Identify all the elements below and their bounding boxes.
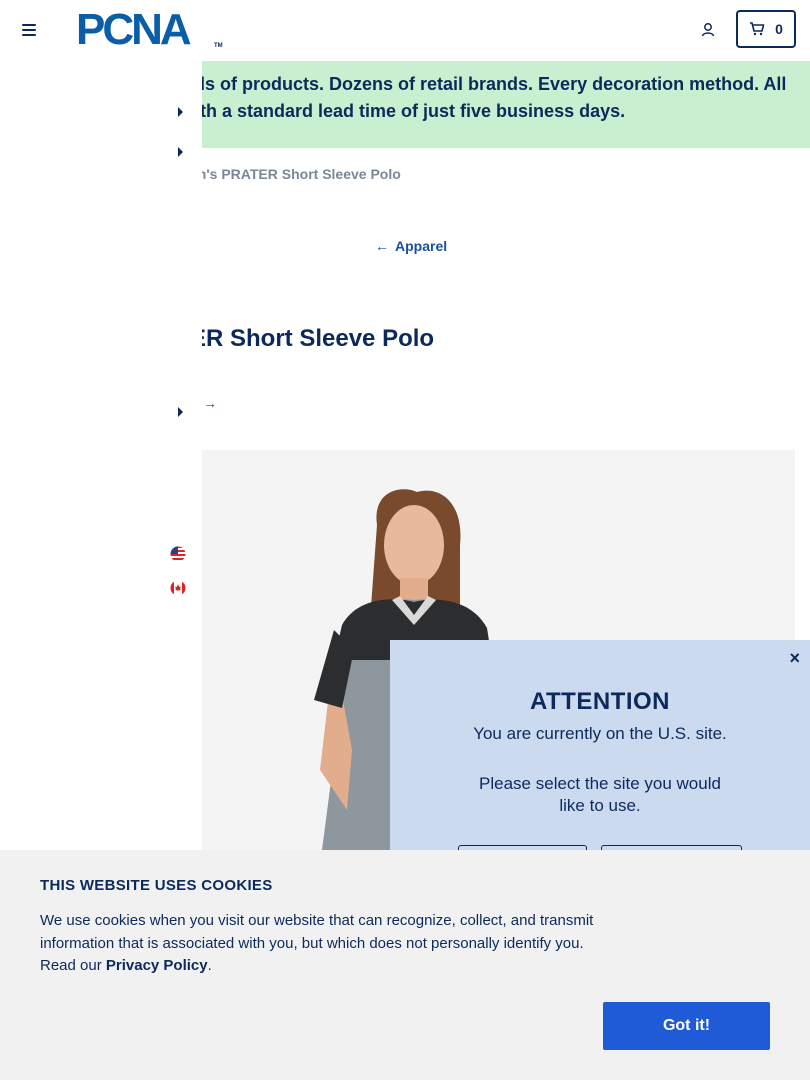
canada-flag-icon[interactable] <box>170 580 186 596</box>
caret-right-icon[interactable] <box>178 107 183 117</box>
promo-banner-text: ls of products. Dozens of retail brands.… <box>200 71 800 125</box>
back-link-label: Apparel <box>395 238 448 254</box>
arrow-right-icon[interactable]: → <box>203 395 217 411</box>
cookie-banner: THIS WEBSITE USES COOKIES We use cookies… <box>0 850 810 1080</box>
modal-current-site-text: You are currently on the U.S. site. <box>473 724 727 743</box>
pcna-logo[interactable]: PCNA <box>76 8 192 52</box>
logo-trademark: TM <box>214 43 223 49</box>
cookie-text: We use cookies when you visit our websit… <box>40 910 610 978</box>
us-flag-icon[interactable] <box>170 546 186 562</box>
promo-banner: ls of products. Dozens of retail brands.… <box>190 61 810 148</box>
site-select-modal: × ATTENTION You are currently on the U.S… <box>390 640 810 855</box>
back-to-apparel-link[interactable]: ← Apparel <box>375 238 447 254</box>
product-title: ER Short Sleeve Polo <box>190 325 435 352</box>
site-header: PCNA TM 0 <box>0 0 810 61</box>
cart-icon <box>750 22 765 36</box>
side-drawer <box>0 61 202 850</box>
promo-line-2: th a standard lead time of just five bus… <box>200 101 626 121</box>
close-icon[interactable]: × <box>789 648 800 669</box>
modal-select-site-text: Please select the site you would like to… <box>479 774 721 815</box>
menu-icon[interactable] <box>22 24 36 36</box>
account-icon[interactable] <box>700 22 716 38</box>
modal-title: ATTENTION <box>529 688 671 715</box>
arrow-left-icon: ← <box>375 238 389 254</box>
caret-right-icon[interactable] <box>178 407 183 417</box>
caret-right-icon[interactable] <box>178 147 183 157</box>
cart-count: 0 <box>775 21 783 37</box>
cookie-period: . <box>207 957 212 974</box>
cart-button[interactable]: 0 <box>736 10 796 48</box>
breadcrumb-current: en's PRATER Short Sleeve Polo <box>190 166 401 182</box>
privacy-policy-link[interactable]: Privacy Policy <box>106 957 208 974</box>
accept-cookies-button[interactable]: Got it! <box>603 1002 770 1050</box>
cookie-title: THIS WEBSITE USES COOKIES <box>40 877 273 894</box>
promo-line-1: ls of products. Dozens of retail brands.… <box>200 74 787 94</box>
